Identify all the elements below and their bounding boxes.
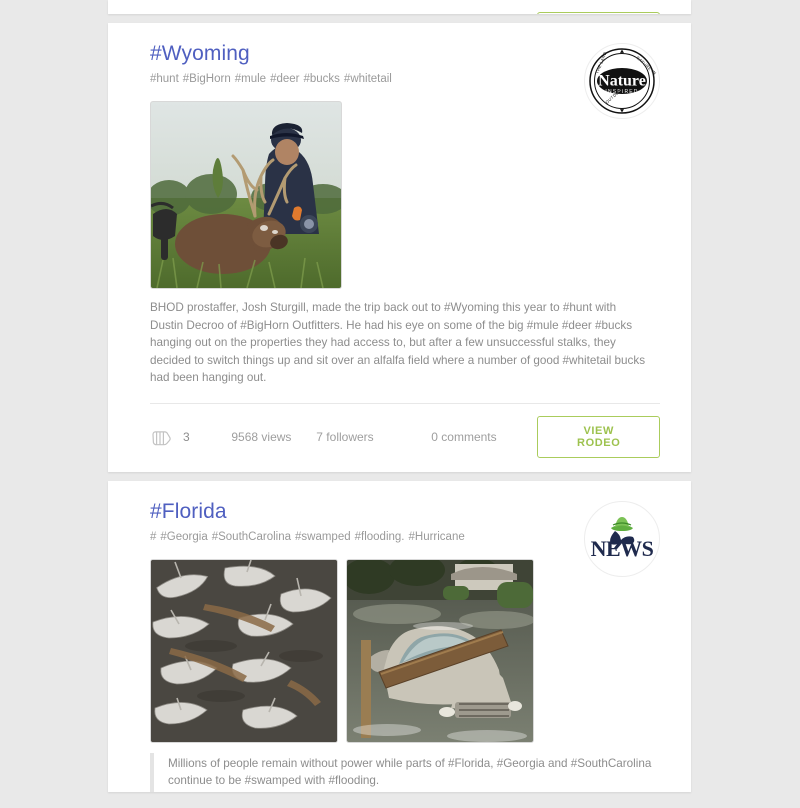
post-media-wyoming — [150, 101, 660, 289]
post-feed: 9568 views 7 followers 0 comments VIEW R… — [108, 0, 691, 808]
news-rodeo-logo[interactable]: NEWS — [584, 500, 660, 577]
tag-item[interactable]: #whitetail — [344, 73, 392, 85]
tag-item[interactable]: #SouthCarolina — [212, 531, 291, 543]
tag-item[interactable]: #BigHorn — [183, 73, 231, 85]
fist-bump-count: 3 — [183, 429, 190, 444]
view-rodeo-button[interactable]: VIEW RODEO — [537, 415, 660, 458]
post-body-wyoming: BHOD prostaffer, Josh Sturgill, made the… — [150, 301, 646, 384]
hunter-with-whitetail-buck-photo[interactable] — [150, 101, 342, 289]
tag-item[interactable]: #Hurricane — [409, 531, 465, 543]
stats-bar-partial: 9568 views 7 followers 0 comments VIEW R… — [150, 0, 660, 14]
tag-item[interactable]: #flooding. — [355, 531, 405, 543]
tag-item[interactable]: # — [150, 531, 156, 543]
post-title-wyoming[interactable]: #Wyoming — [150, 41, 660, 67]
tag-item[interactable]: #Georgia — [160, 531, 207, 543]
wrecked-boats-pile-photo[interactable] — [150, 558, 338, 743]
comments-count: 0 comments — [431, 429, 497, 444]
post-header-florida: #Florida # #Georgia #SouthCarolina #swamped… — [150, 499, 660, 577]
post-quote-florida: Millions of people remain without power … — [150, 752, 660, 792]
post-card-wyoming: #Wyoming #hunt #BigHorn #mule #deer #bucks #w… — [108, 23, 691, 472]
post-card-partial: 9568 views 7 followers 0 comments VIEW R… — [108, 0, 691, 14]
tag-item[interactable]: #mule — [235, 73, 266, 85]
stats-bar-wyoming: 3 9568 views 7 followers 0 comments VIEW… — [150, 402, 660, 472]
tag-item[interactable]: #hunt — [150, 73, 179, 85]
view-rodeo-button-partial[interactable]: VIEW RODEO — [537, 12, 660, 14]
post-media-florida — [150, 558, 660, 743]
tag-item[interactable]: #swamped — [295, 531, 351, 543]
tag-item[interactable]: #bucks — [303, 73, 339, 85]
post-card-partial-inner: 9568 views 7 followers 0 comments VIEW R… — [108, 0, 691, 14]
post-header-wyoming: #Wyoming #hunt #BigHorn #mule #deer #bucks #w… — [150, 41, 660, 119]
flooded-car-with-fallen-pole-photo[interactable] — [346, 558, 534, 743]
fist-bump-icon — [152, 430, 171, 445]
views-count: 9568 views — [231, 429, 292, 444]
page-root: 9568 views 7 followers 0 comments VIEW R… — [0, 0, 800, 792]
followers-count: 7 followers — [316, 429, 374, 444]
post-card-wyoming-inner: #Wyoming #hunt #BigHorn #mule #deer #bucks #w… — [108, 23, 691, 472]
post-title-florida[interactable]: #Florida — [150, 499, 660, 525]
tag-item[interactable]: #deer — [270, 73, 299, 85]
nature-inspired-logo[interactable]: Nature INSPIRED THE LAND NATURE IN OUTDO… — [584, 43, 660, 119]
fist-bump-stat[interactable]: 3 — [150, 426, 231, 448]
svg-text:NEWS: NEWS — [591, 536, 654, 561]
